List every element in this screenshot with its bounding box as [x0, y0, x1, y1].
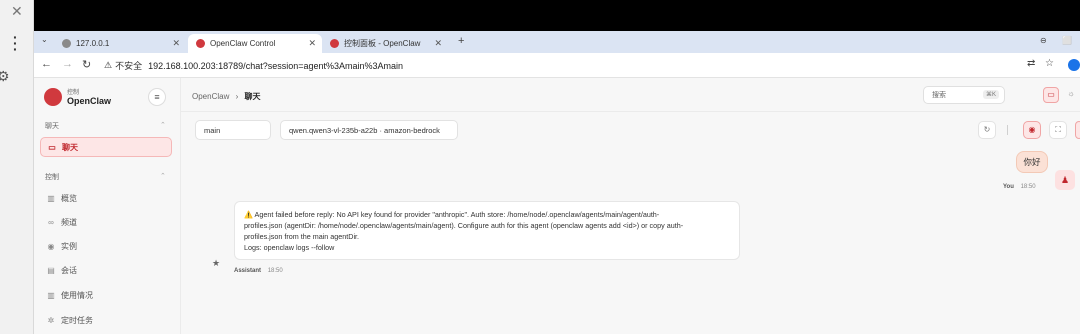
profile-icon[interactable]: [1068, 59, 1080, 71]
browser-side-panel: ✕ · · · ⚙: [0, 0, 34, 334]
search-placeholder: 搜索: [932, 92, 946, 99]
model-value: qwen.qwen3-vl-235b-a22b · amazon-bedrock: [289, 125, 440, 135]
brand-name: OpenClaw: [67, 96, 112, 106]
sidebar-item-label: 实例: [61, 241, 77, 251]
broadcast-icon: ◉: [47, 241, 55, 251]
sidebar-item-chat[interactable]: ▭ 聊天: [40, 137, 172, 157]
security-label: 不安全: [115, 61, 143, 71]
sidebar-item-usage[interactable]: ▥ 使用情况: [40, 285, 172, 305]
brand-subtitle: 控制: [67, 90, 80, 96]
user-name: You: [1003, 184, 1014, 190]
search-shortcut: ⌘K: [982, 90, 999, 99]
close-icon[interactable]: ✕: [434, 38, 442, 49]
assistant-message-meta: Assistant 18:50: [234, 268, 283, 274]
user-time: 18:50: [1020, 184, 1036, 190]
sidebar-item-label: 定时任务: [61, 315, 93, 325]
user-message: 你好: [1016, 151, 1048, 173]
breadcrumb: OpenClaw › 聊天: [192, 92, 261, 101]
sidebar-item-channels[interactable]: ∞ 频道: [40, 212, 172, 232]
refresh-icon[interactable]: ↻: [978, 121, 996, 139]
openclaw-icon: [196, 39, 205, 48]
sidebar-item-label: 概览: [61, 193, 77, 203]
chevron-up-icon[interactable]: ⌃: [160, 121, 166, 129]
monitor-icon[interactable]: ▭: [1043, 87, 1059, 103]
assistant-name: Assistant: [234, 268, 262, 274]
sidebar-item-sessions[interactable]: ▤ 会话: [40, 260, 172, 280]
assistant-line: ⚠️ Agent failed before reply: No API key…: [244, 210, 660, 219]
sidebar-item-instances[interactable]: ◉ 实例: [40, 236, 172, 256]
window-control-icon[interactable]: ⬜: [1062, 36, 1072, 45]
tab-127[interactable]: 127.0.0.1 ✕: [54, 34, 186, 53]
translate-icon[interactable]: ⇄: [1027, 58, 1035, 69]
minimize-icon[interactable]: ⊖: [1040, 36, 1047, 45]
session-value: main: [204, 125, 221, 135]
close-icon[interactable]: ✕: [308, 38, 316, 49]
chat-icon: ▭: [48, 142, 56, 152]
bookmark-star-icon[interactable]: ☆: [1045, 58, 1054, 69]
openclaw-app: 控制 OpenClaw ≡ 聊天 ⌃ ▭ 聊天 控制 ⌃ ▥ 概览 ∞ 频道 ◉…: [34, 78, 1080, 334]
tab-label: 127.0.0.1: [76, 39, 110, 48]
tab-strip: ⌄ 127.0.0.1 ✕ OpenClaw Control ✕ 控制面板 - …: [34, 31, 1080, 53]
header-divider: [181, 111, 1080, 112]
sidebar-item-label: 使用情况: [61, 290, 93, 300]
section-chat-label: 聊天: [45, 123, 59, 130]
more-vertical-icon[interactable]: · · ·: [13, 30, 18, 56]
new-tab-icon[interactable]: +: [458, 35, 464, 47]
sidebar: 控制 OpenClaw ≡ 聊天 ⌃ ▭ 聊天 控制 ⌃ ▥ 概览 ∞ 频道 ◉…: [34, 78, 181, 334]
url-field[interactable]: ⚠ 不安全 192.168.100.203:18789/chat?session…: [100, 56, 1050, 75]
menu-icon[interactable]: ≡: [148, 88, 166, 106]
reload-icon[interactable]: ↻: [82, 58, 91, 71]
chevron-up-icon[interactable]: ⌃: [160, 172, 166, 180]
section-control-label: 控制: [45, 174, 59, 181]
tab-label: 控制面板 - OpenClaw: [344, 39, 421, 48]
bar-chart-icon: ▥: [47, 193, 55, 203]
forward-icon[interactable]: →: [62, 58, 73, 70]
link-icon: ∞: [48, 217, 54, 227]
assistant-line: profiles.json from the main agentDir.: [244, 232, 360, 241]
breadcrumb-current: 聊天: [244, 92, 261, 101]
document-icon: ▤: [47, 265, 55, 275]
close-icon[interactable]: ✕: [172, 38, 180, 49]
panel-toggle-icon[interactable]: [1075, 121, 1080, 139]
close-icon[interactable]: ✕: [11, 3, 23, 20]
window-top-bar: [34, 0, 1080, 31]
tab-search-icon[interactable]: ⌄: [41, 35, 48, 44]
search-input[interactable]: 搜索 ⌘K: [923, 86, 1005, 104]
openclaw-icon: [330, 39, 339, 48]
extension-icon[interactable]: ⚙: [0, 68, 10, 85]
back-icon[interactable]: ←: [41, 58, 52, 70]
tab-control-panel[interactable]: 控制面板 - OpenClaw ✕: [322, 34, 448, 53]
assistant-message: ⚠️ Agent failed before reply: No API key…: [234, 201, 740, 260]
sidebar-item-label: 聊天: [62, 142, 78, 152]
bar-chart-icon: ▥: [47, 290, 55, 300]
tab-openclaw-control[interactable]: OpenClaw Control ✕: [188, 34, 322, 53]
sidebar-item-label: 频道: [61, 217, 77, 227]
user-avatar-icon: ♟: [1055, 170, 1075, 190]
main-panel: OpenClaw › 聊天 搜索 ⌘K ▭ ☼ main qwen.qwen3-…: [181, 78, 1080, 334]
loader-icon: ✲: [47, 315, 55, 325]
sidebar-item-label: 会话: [61, 265, 77, 275]
model-select[interactable]: qwen.qwen3-vl-235b-a22b · amazon-bedrock: [280, 120, 458, 140]
focus-icon[interactable]: ◉: [1023, 121, 1041, 139]
url-text: 192.168.100.203:18789/chat?session=agent…: [148, 60, 404, 71]
assistant-line: Logs: openclaw logs --follow: [244, 243, 335, 252]
toolbar-divider: [1007, 125, 1008, 135]
address-bar-row: ← → ↻ ⚠ 不安全 192.168.100.203:18789/chat?s…: [34, 53, 1080, 78]
tab-label: OpenClaw Control: [210, 39, 276, 48]
expand-icon[interactable]: ⛶: [1049, 121, 1067, 139]
sidebar-item-overview[interactable]: ▥ 概览: [40, 188, 172, 208]
sun-icon[interactable]: ☼: [1063, 87, 1079, 103]
sidebar-item-cron[interactable]: ✲ 定时任务: [40, 310, 172, 330]
globe-icon: [62, 39, 71, 48]
warning-icon: ⚠: [104, 60, 113, 70]
openclaw-logo: [44, 88, 62, 106]
assistant-avatar-icon: ★: [212, 258, 221, 268]
session-select[interactable]: main: [195, 120, 271, 140]
assistant-time: 18:50: [267, 268, 283, 274]
user-message-meta: You 18:50: [1003, 184, 1036, 190]
breadcrumb-root[interactable]: OpenClaw: [192, 92, 229, 101]
assistant-line: profiles.json (agentDir: /home/node/.ope…: [244, 221, 684, 230]
